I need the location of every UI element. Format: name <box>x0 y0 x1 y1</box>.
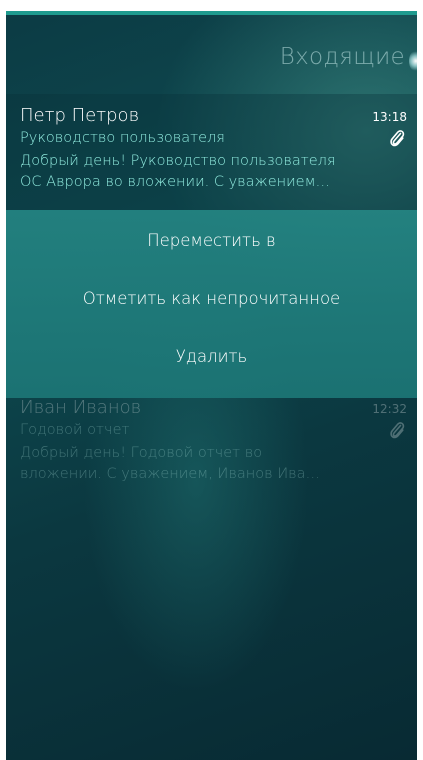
status-accent-bar <box>6 11 417 15</box>
message-subject: Руководство пользователя <box>20 130 225 146</box>
message-sender: Петр Петров <box>20 105 140 126</box>
move-to-menu-item[interactable]: Переместить в <box>6 231 417 250</box>
paperclip-icon <box>389 421 405 439</box>
message-sender: Иван Иванов <box>20 397 142 418</box>
delete-menu-item[interactable]: Удалить <box>6 347 417 366</box>
pulley-menu-indicator[interactable] <box>409 50 417 72</box>
message-item[interactable]: Петр Петров 13:18 Руководство пользовате… <box>6 105 417 215</box>
message-preview: Добрый день! Годовой отчет во вложении. … <box>20 445 321 482</box>
message-preview: Добрый день! Руководство пользователя ОС… <box>20 153 336 190</box>
mark-unread-menu-item[interactable]: Отметить как непрочитанное <box>6 289 417 308</box>
context-menu: Переместить в Отметить как непрочитанное… <box>6 210 417 398</box>
message-time: 13:18 <box>372 110 407 124</box>
message-time: 12:32 <box>372 402 407 416</box>
page-title: Входящие <box>279 44 405 70</box>
message-item[interactable]: Иван Иванов 12:32 Годовой отчет Добрый д… <box>6 397 417 507</box>
paperclip-icon <box>389 129 405 147</box>
message-subject: Годовой отчет <box>20 422 130 438</box>
phone-screen: Входящие Петр Петров 13:18 Руководство п… <box>6 11 417 760</box>
